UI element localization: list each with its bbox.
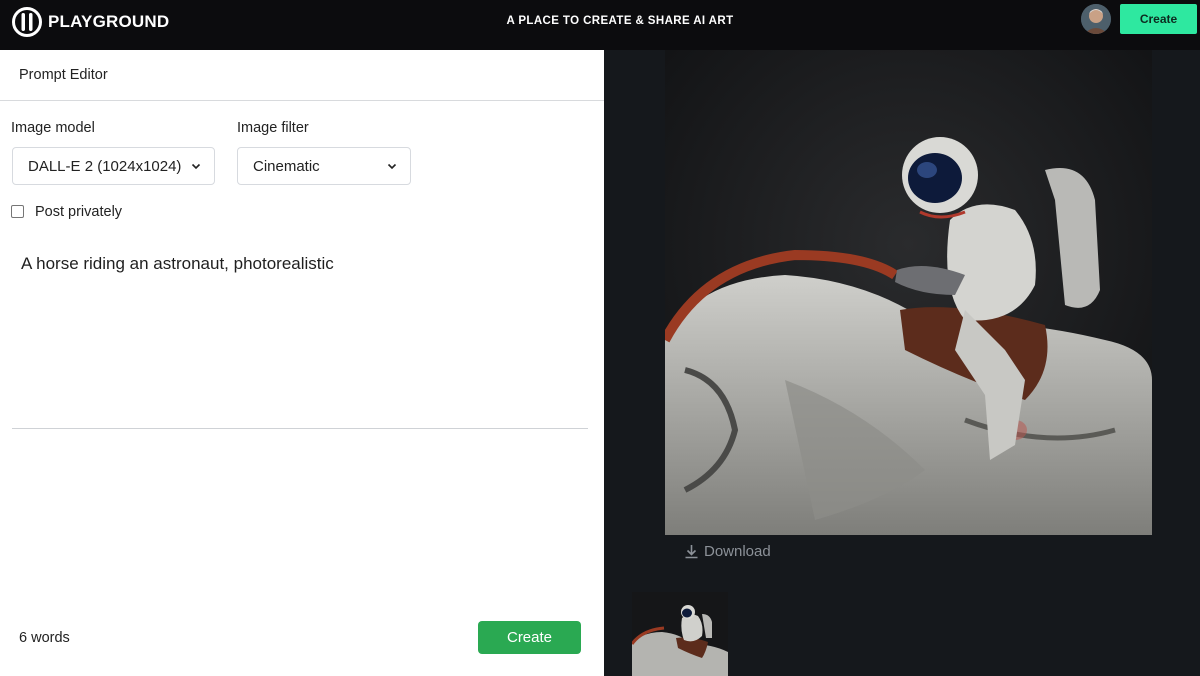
chevron-down-icon (191, 163, 201, 170)
image-filter-value: Cinematic (253, 157, 320, 175)
image-model-label: Image model (11, 120, 95, 136)
tagline: A PLACE TO CREATE & SHARE AI ART (506, 15, 734, 27)
word-count: 6 words (19, 630, 70, 646)
result-thumbnail[interactable] (632, 592, 728, 676)
post-privately-label[interactable]: Post privately (35, 204, 122, 220)
download-link[interactable]: Download (684, 543, 771, 560)
post-privately-checkbox[interactable] (11, 205, 24, 218)
chevron-down-icon (387, 163, 397, 170)
header-create-button[interactable]: Create (1120, 4, 1197, 34)
download-label: Download (704, 543, 771, 560)
prompt-editor-panel: Prompt Editor Image model DALL-E 2 (1024… (0, 50, 604, 676)
divider (12, 428, 588, 429)
top-bar: PLAYGROUND A PLACE TO CREATE & SHARE AI … (0, 0, 1200, 50)
download-icon (685, 545, 698, 559)
prompt-input[interactable]: A horse riding an astronaut, photorealis… (21, 254, 581, 274)
result-panel: Download (605, 50, 1200, 676)
avatar[interactable] (1081, 4, 1111, 34)
image-filter-select[interactable]: Cinematic (237, 147, 411, 185)
image-model-value: DALL-E 2 (1024x1024) (28, 157, 182, 175)
create-button[interactable]: Create (478, 621, 581, 654)
panel-title: Prompt Editor (19, 67, 108, 83)
image-model-select[interactable]: DALL-E 2 (1024x1024) (12, 147, 215, 185)
divider (0, 100, 604, 101)
generated-image[interactable] (665, 50, 1152, 535)
image-filter-label: Image filter (237, 120, 309, 136)
